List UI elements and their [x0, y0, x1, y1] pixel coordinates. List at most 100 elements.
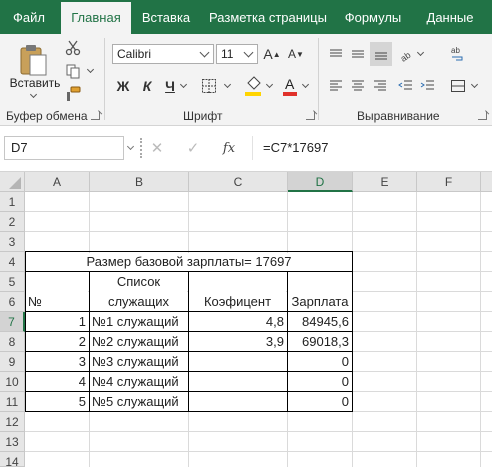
table-cell-coefficient[interactable]	[189, 372, 287, 392]
table-cell-number[interactable]: 3	[26, 352, 89, 372]
column-header-c[interactable]: C	[189, 172, 288, 192]
name-box-dropdown[interactable]	[126, 142, 135, 151]
formula-input[interactable]: =C7*17697	[252, 136, 490, 160]
table-cell-coefficient[interactable]	[189, 392, 287, 412]
header-coefficient[interactable]: Коэфицент	[189, 292, 286, 312]
header-number[interactable]: №	[26, 292, 88, 312]
column-header-b[interactable]: B	[90, 172, 189, 192]
increase-indent-button[interactable]	[418, 76, 438, 96]
align-right-button[interactable]	[370, 76, 390, 96]
table-cell-salary[interactable]: 0	[288, 372, 352, 392]
chevron-down-icon[interactable]	[416, 48, 425, 57]
row-header-5[interactable]: 5	[0, 272, 25, 292]
chevron-down-icon[interactable]	[179, 80, 188, 89]
column-header-g[interactable]	[481, 172, 492, 192]
row-header-12[interactable]: 12	[0, 412, 25, 432]
tab-file[interactable]: Файл	[0, 0, 58, 34]
bold-button[interactable]: Ж	[114, 76, 132, 96]
merge-center-button[interactable]	[448, 76, 468, 96]
font-size-select[interactable]: 11	[216, 44, 258, 64]
column-header-d[interactable]: D	[288, 172, 353, 192]
alignment-launcher-icon[interactable]	[478, 111, 487, 120]
header-list-line1[interactable]: Список	[90, 272, 187, 292]
table-cell-number[interactable]: 5	[26, 392, 89, 412]
table-cell-coefficient[interactable]	[189, 352, 287, 372]
table-cell-number[interactable]: 4	[26, 372, 89, 392]
underline-button[interactable]: Ч	[161, 76, 179, 96]
cut-button[interactable]	[62, 38, 84, 58]
header-list-line2[interactable]: служащих	[90, 292, 187, 312]
table-cell-name[interactable]: №3 служащий	[90, 352, 188, 372]
table-cell-salary[interactable]: 0	[288, 352, 352, 372]
align-left-button[interactable]	[326, 76, 346, 96]
column-header-f[interactable]: F	[417, 172, 481, 192]
increase-font-icon[interactable]: A ▲	[262, 44, 282, 64]
paste-button[interactable]	[8, 40, 58, 80]
table-cell-name[interactable]: №5 служащий	[90, 392, 188, 412]
chevron-down-icon[interactable]	[265, 80, 274, 89]
tab-data[interactable]: Данные	[418, 0, 482, 34]
decrease-font-icon[interactable]: A ▼	[286, 44, 306, 64]
row-header-14[interactable]: 14	[0, 452, 25, 467]
row-header-1[interactable]: 1	[0, 192, 25, 212]
align-top-button[interactable]	[326, 44, 346, 64]
header-salary[interactable]: Зарплата	[288, 292, 352, 312]
chevron-down-icon[interactable]	[470, 80, 479, 89]
borders-button[interactable]	[198, 76, 220, 96]
cancel-icon[interactable]: ✕	[148, 138, 166, 158]
fill-color-button[interactable]	[242, 74, 264, 98]
orientation-button[interactable]: ab	[396, 44, 416, 64]
select-all-corner[interactable]	[0, 172, 25, 192]
font-color-button[interactable]: A	[281, 74, 299, 98]
insert-function-icon[interactable]: fx	[218, 138, 240, 158]
tab-formulas[interactable]: Формулы	[337, 0, 409, 34]
row-header-4[interactable]: 4	[0, 252, 25, 272]
table-cell-name[interactable]: №1 служащий	[90, 312, 188, 332]
align-middle-button[interactable]	[348, 44, 368, 64]
table-cell-salary[interactable]: 69018,3	[288, 332, 352, 352]
chevron-down-icon[interactable]	[301, 80, 310, 89]
font-launcher-icon[interactable]	[306, 111, 315, 120]
table-cell-number[interactable]: 2	[26, 332, 89, 352]
tab-home[interactable]: Главная	[61, 2, 131, 34]
row-header-3[interactable]: 3	[0, 232, 25, 252]
row-header-6[interactable]: 6	[0, 292, 25, 312]
check-icon[interactable]: ✓	[184, 138, 202, 158]
format-painter-button[interactable]	[62, 84, 84, 104]
table-cell-name[interactable]: №2 служащий	[90, 332, 188, 352]
table-border	[25, 311, 353, 312]
column-header-e[interactable]: E	[353, 172, 417, 192]
tab-page-layout[interactable]: Разметка страницы	[204, 0, 332, 34]
row-header-11[interactable]: 11	[0, 392, 25, 412]
table-cell-coefficient[interactable]: 4,8	[189, 312, 287, 332]
row-header-9[interactable]: 9	[0, 352, 25, 372]
clipboard-launcher-icon[interactable]	[91, 111, 100, 120]
name-box[interactable]: D7	[4, 136, 124, 160]
table-title[interactable]: Размер базовой зарплаты= 17697	[26, 252, 352, 272]
gridline	[25, 211, 492, 212]
font-name-select[interactable]: Calibri	[112, 44, 214, 64]
borders-icon	[202, 79, 216, 93]
decrease-indent-button[interactable]	[396, 76, 416, 96]
row-header-13[interactable]: 13	[0, 432, 25, 452]
wrap-text-button[interactable]: ab	[448, 44, 468, 64]
table-cell-number[interactable]: 1	[26, 312, 89, 332]
row-header-8[interactable]: 8	[0, 332, 25, 352]
table-cell-coefficient[interactable]: 3,9	[189, 332, 287, 352]
table-cell-salary[interactable]: 0	[288, 392, 352, 412]
align-bottom-button[interactable]	[370, 42, 392, 66]
row-header-10[interactable]: 10	[0, 372, 25, 392]
table-cell-name[interactable]: №4 служащий	[90, 372, 188, 392]
chevron-down-icon[interactable]	[223, 80, 232, 89]
italic-button[interactable]: К	[138, 76, 156, 96]
column-header-a[interactable]: A	[25, 172, 90, 192]
svg-text:ab: ab	[399, 50, 413, 62]
chevron-down-icon[interactable]	[86, 65, 95, 74]
table-cell-salary[interactable]: 84945,6	[288, 312, 352, 332]
row-header-2[interactable]: 2	[0, 212, 25, 232]
copy-button[interactable]	[62, 61, 84, 81]
row-header-7[interactable]: 7	[0, 312, 25, 332]
chevron-down-icon[interactable]	[29, 90, 38, 99]
tab-insert[interactable]: Вставка	[134, 0, 198, 34]
align-center-button[interactable]	[348, 76, 368, 96]
